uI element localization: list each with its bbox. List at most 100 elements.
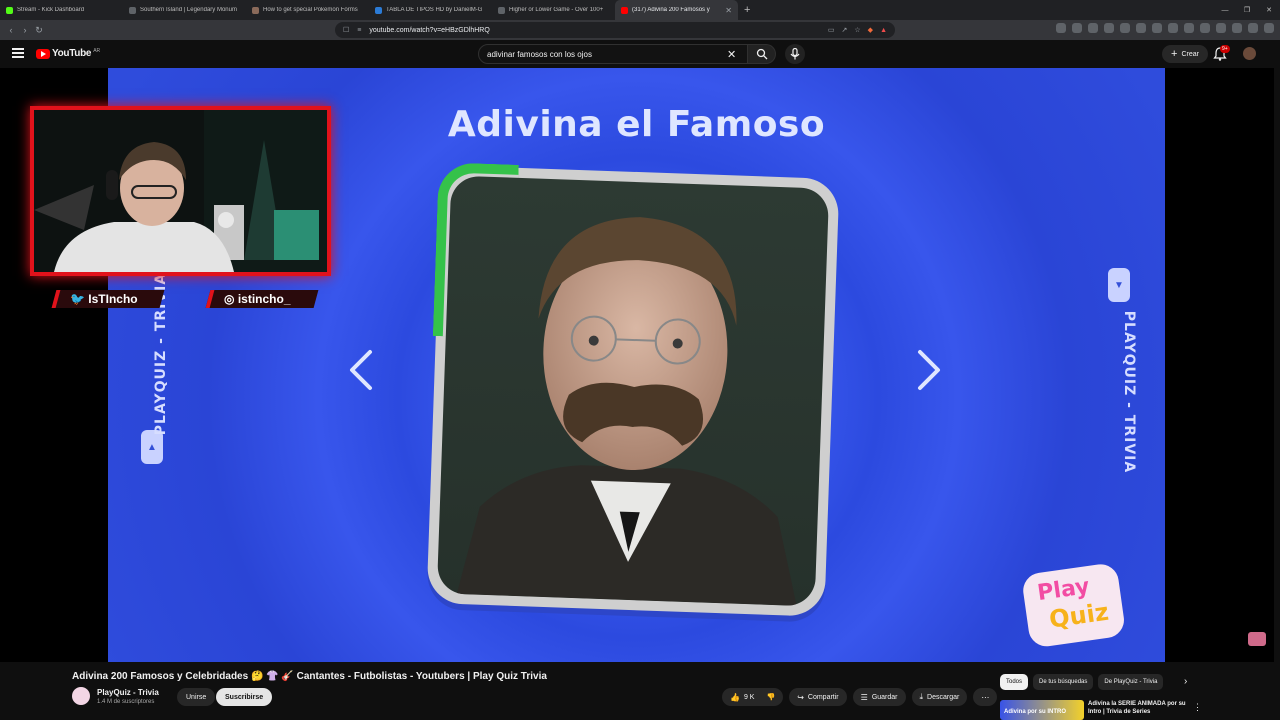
youtube-play-icon <box>36 48 50 59</box>
create-button[interactable]: + Crear <box>1162 45 1208 63</box>
extension-icon[interactable] <box>1104 23 1114 33</box>
site-info-icon[interactable]: ≡ <box>357 27 361 34</box>
like-button[interactable]: 👍 9 K 👎 <box>722 688 784 706</box>
video-title: Adivina 200 Famosos y Celebridades 🤔 👚 🎸… <box>72 671 547 682</box>
extension-icon[interactable] <box>1056 23 1066 33</box>
chip-all[interactable]: Todos <box>1000 674 1029 690</box>
hamburger-menu-icon[interactable] <box>12 48 24 58</box>
recommended-menu-icon[interactable]: ⋮ <box>1193 702 1202 713</box>
browser-tab[interactable]: How to get special Pokemon Forms <box>246 0 369 20</box>
thumbs-up-icon: 👍 <box>730 692 740 702</box>
recommended-thumbnail[interactable]: Adivina por su INTRO <box>1000 700 1084 720</box>
rewards-icon[interactable]: ▲ <box>880 27 887 34</box>
close-tab-icon[interactable]: ✕ <box>721 6 732 15</box>
scroll-down-button: ▼ <box>1108 268 1130 302</box>
browser-tab[interactable]: Southern Island | Legendary Monum <box>123 0 246 20</box>
chip-from-searches[interactable]: De tus búsquedas <box>1033 674 1094 690</box>
minimize-button[interactable]: — <box>1214 7 1236 14</box>
extension-icon[interactable] <box>1216 23 1226 33</box>
extension-icon[interactable] <box>1264 23 1274 33</box>
tab-favicon-icon <box>375 6 382 14</box>
extension-icon[interactable] <box>1088 23 1098 33</box>
reload-icon[interactable]: ↻ <box>32 25 46 36</box>
brave-shield-icon[interactable]: ◆ <box>868 26 873 34</box>
browser-tab[interactable]: Stream - Kick Dashboard <box>0 0 123 20</box>
video-info: Adivina 200 Famosos y Celebridades 🤔 👚 🎸… <box>0 662 1280 720</box>
tab-favicon-icon <box>129 6 136 14</box>
search-input[interactable] <box>487 49 727 59</box>
extension-icon[interactable] <box>1200 23 1210 33</box>
share-button[interactable]: ↪ Compartir <box>789 688 847 706</box>
webcam-scene <box>34 110 327 272</box>
twitter-icon: 🐦 <box>70 292 85 306</box>
browser-toolbar: ‹ › ↻ ☐ ≡ youtube.com/watch?v=eHBzGDlhHR… <box>0 20 1280 40</box>
dislike-icon[interactable]: 👎 <box>766 693 775 701</box>
channel-name[interactable]: PlayQuiz - Trivia <box>97 688 159 697</box>
playquiz-logo: Play Quiz <box>1020 561 1131 654</box>
portrait-illustration <box>456 217 797 606</box>
channel-avatar[interactable] <box>72 687 90 705</box>
extension-icon[interactable] <box>1232 23 1242 33</box>
close-window-button[interactable]: ✕ <box>1258 6 1280 14</box>
back-icon[interactable]: ‹ <box>4 25 18 35</box>
corner-watermark-icon <box>1248 632 1266 646</box>
celebrity-photo <box>436 175 830 607</box>
extension-icon[interactable] <box>1136 23 1146 33</box>
extension-icon[interactable] <box>1168 23 1178 33</box>
browser-tab-bar: Stream - Kick Dashboard Southern Island … <box>0 0 1280 20</box>
save-playlist-icon: ☰ <box>860 692 868 702</box>
video-player[interactable]: Adivina el Famoso ▲ PLAYQUIZ - TRIVIA ▼ … <box>0 68 1280 662</box>
subscribe-button[interactable]: Suscribirse <box>216 688 273 706</box>
tab-favicon-icon <box>252 6 259 14</box>
youtube-logo[interactable]: YouTube AR <box>36 48 100 59</box>
download-button[interactable]: ⤓ Descargar <box>911 688 968 706</box>
share-icon[interactable]: ↗ <box>842 26 848 34</box>
new-tab-button[interactable]: + <box>738 4 756 16</box>
voice-search-button[interactable] <box>785 44 805 64</box>
cast-icon[interactable]: ▭ <box>828 26 835 34</box>
filter-chips: Todos De tus búsquedas De PlayQuiz - Tri… <box>1000 674 1164 690</box>
search-button[interactable] <box>748 44 776 64</box>
chip-from-channel[interactable]: De PlayQuiz - Trivia <box>1098 674 1164 690</box>
streamer-webcam <box>30 106 331 276</box>
microphone-icon <box>790 48 800 60</box>
search-icon <box>756 48 767 60</box>
bookmark-icon[interactable]: ☐ <box>343 26 349 34</box>
address-bar[interactable]: ☐ ≡ youtube.com/watch?v=eHBzGDlhHRQ ▭ ↗ … <box>335 22 895 38</box>
download-icon: ⤓ <box>919 692 924 701</box>
extension-icon[interactable] <box>1184 23 1194 33</box>
join-button[interactable]: Unirse <box>177 688 216 706</box>
extensions-bar <box>1056 23 1274 33</box>
subscriber-count: 1.4 M de suscriptores <box>97 699 155 705</box>
forward-icon[interactable]: › <box>18 25 32 35</box>
save-button[interactable]: ☰ Guardar <box>852 688 906 706</box>
recommended-title[interactable]: Adivina la SERIE ANIMADA por su Intro | … <box>1088 700 1188 716</box>
page-scrollbar[interactable] <box>1274 40 1280 720</box>
more-actions-button[interactable]: ⋯ <box>973 688 998 706</box>
plus-icon: + <box>1171 48 1178 60</box>
browser-tab-active[interactable]: (317) Adivina 200 Famosos y ✕ <box>615 0 738 20</box>
maximize-button[interactable]: ❐ <box>1236 6 1258 14</box>
extension-icon[interactable] <box>1152 23 1162 33</box>
browser-tab[interactable]: Higher or Lower Game - Over 100+ <box>492 0 615 20</box>
url-text: youtube.com/watch?v=eHBzGDlhHRQ <box>369 26 490 34</box>
video-actions: 👍 9 K 👎 ↪ Compartir ☰ Guardar ⤓ Descargar ⋯ <box>722 688 998 706</box>
extension-icon[interactable] <box>1072 23 1082 33</box>
notification-count-badge: 9+ <box>1220 45 1230 53</box>
account-avatar[interactable] <box>1243 47 1256 60</box>
youtube-favicon-icon <box>621 6 628 14</box>
youtube-header: YouTube AR ✕ + Crear 9+ <box>0 40 1280 68</box>
browser-tab[interactable]: TABLA DE TIPOS HD by DanielM-G <box>369 0 492 20</box>
share-arrow-icon: ↪ <box>797 692 804 702</box>
extension-icon[interactable] <box>1120 23 1130 33</box>
extension-icon[interactable] <box>1248 23 1258 33</box>
clear-search-icon[interactable]: ✕ <box>727 48 736 61</box>
tab-favicon-icon <box>6 6 13 14</box>
chips-next-icon[interactable]: › <box>1184 676 1187 687</box>
previous-arrow-icon <box>350 350 372 390</box>
instagram-icon: ◎ <box>224 292 235 306</box>
tab-favicon-icon <box>498 6 505 14</box>
side-text-right: PLAYQUIZ - TRIVIA <box>1121 310 1138 474</box>
next-arrow-icon <box>918 350 940 390</box>
star-icon[interactable]: ☆ <box>854 26 860 34</box>
